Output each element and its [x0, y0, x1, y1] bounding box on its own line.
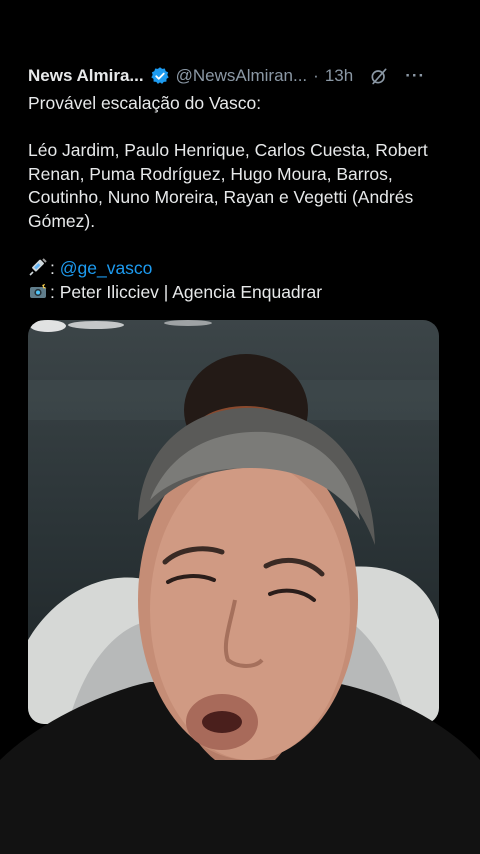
- photo-credit-line: : Peter Ilicciev | Agencia Enquadrar: [28, 281, 322, 305]
- source-line: : @ge_vasco: [28, 257, 152, 281]
- tweet-text: Provável escalação do Vasco: Léo Jardim,…: [28, 93, 428, 231]
- tweet-photo[interactable]: [28, 320, 439, 724]
- photo-image: [28, 320, 439, 724]
- verified-badge-icon: [150, 67, 169, 84]
- source-link[interactable]: @ge_vasco: [60, 258, 153, 278]
- author-name[interactable]: News Almira...: [28, 66, 144, 86]
- more-options-icon[interactable]: ···: [405, 66, 425, 86]
- source-prefix: :: [50, 258, 60, 278]
- camera-flash-emoji-icon: [30, 282, 47, 298]
- grok-icon[interactable]: [369, 66, 389, 86]
- photo-credit: : Peter Ilicciev | Agencia Enquadrar: [50, 282, 323, 302]
- syringe-emoji-icon: [29, 258, 47, 276]
- tweet-time[interactable]: 13h: [325, 66, 353, 86]
- tweet-header: News Almira... @NewsAlmiran... · 13h ···: [28, 64, 448, 88]
- separator-dot: ·: [313, 66, 319, 85]
- author-handle[interactable]: @NewsAlmiran...: [176, 66, 308, 86]
